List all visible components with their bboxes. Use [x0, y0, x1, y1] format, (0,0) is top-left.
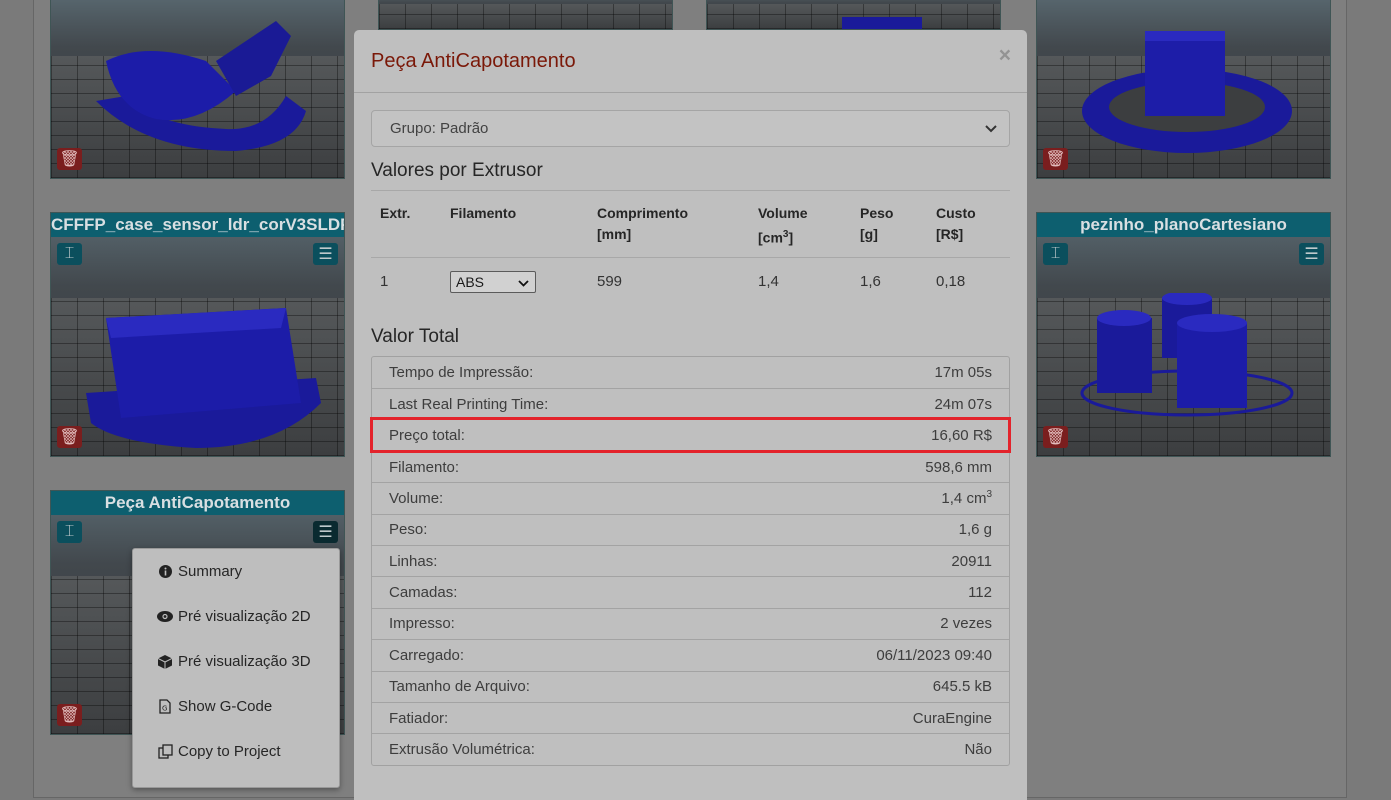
menu-item-preview-2d[interactable]: Pré visualização 2D — [133, 594, 339, 639]
group-select-value: Grupo: Padrão — [390, 120, 489, 137]
total-row-printed: Impresso: 2 vezes — [372, 607, 1009, 639]
hamburger-icon: ☰ — [318, 246, 333, 263]
total-row-volume: Volume: 1,4 cm3 — [372, 482, 1009, 513]
table-row: 1 ABS 599 1,4 1,6 0,18 — [371, 256, 1010, 306]
total-row-print-time: Tempo de Impressão: 17m 05s — [389, 363, 992, 381]
column-header: Comprimento [mm] — [597, 205, 688, 242]
delete-button[interactable]: 🗑 — [1043, 426, 1068, 448]
model-preview — [842, 17, 922, 29]
totals-list: Tempo de Impressão: 17m 05s Last Real Pri… — [370, 355, 1011, 766]
menu-item-preview-3d[interactable]: Pré visualização 3D — [133, 639, 339, 684]
model-card[interactable] — [378, 0, 673, 30]
trash-icon: 🗑 — [59, 429, 80, 446]
model-card[interactable]: 🗑 — [50, 0, 345, 179]
column-header: Volume [cm3] — [758, 205, 808, 246]
card-title: Peça AntiCapotamento — [51, 491, 344, 515]
build-plate-icon: ⌶ — [64, 523, 75, 540]
trash-icon: 🗑 — [59, 151, 80, 168]
copy-icon — [157, 744, 173, 759]
extruder-table: Extr. Filamento Comprimento [mm] Volume [c… — [371, 190, 1010, 306]
menu-item-copy-to-project[interactable]: Copy to Project — [133, 729, 339, 774]
menu-item-label: Summary — [178, 563, 243, 580]
delete-button[interactable]: 🗑 — [57, 426, 82, 448]
menu-item-label: Show G-Code — [178, 698, 273, 715]
menu-button[interactable]: ☰ — [1299, 243, 1324, 265]
filament-select[interactable]: ABS — [450, 270, 536, 293]
card-title: pezinho_planoCartesiano — [1037, 213, 1330, 237]
modal-header: Peça AntiCapotamento × — [354, 30, 1027, 93]
context-menu: Summary Pré visualização 2D Pré visualiz… — [132, 548, 340, 788]
extruder-heading: Valores por Extrusor — [371, 160, 543, 181]
summary-modal: Peça AntiCapotamento × Grupo: Padrão Val… — [354, 30, 1027, 800]
model-preview — [96, 21, 306, 151]
cube-icon — [157, 654, 173, 669]
menu-item-label: Pré visualização 3D — [178, 653, 311, 670]
hamburger-icon: ☰ — [1304, 246, 1319, 263]
column-header: Extr. — [380, 205, 411, 221]
total-row-volumetric-extrusion: Extrusão Volumétrica: Não — [372, 733, 1009, 764]
column-header: Custo [R$] — [936, 205, 976, 242]
file-code-icon: G — [157, 699, 173, 714]
volume-cell: 1,4 — [749, 256, 851, 306]
cost-cell: 0,18 — [927, 256, 1010, 306]
menu-item-summary[interactable]: Summary — [133, 549, 339, 594]
model-preview — [1080, 293, 1294, 417]
svg-text:G: G — [162, 705, 167, 713]
delete-button[interactable]: 🗑 — [1043, 148, 1068, 170]
build-plate-icon: ⌶ — [1050, 245, 1061, 262]
column-header: Peso [g] — [860, 205, 894, 242]
total-row-price: Preço total: 16,60 R$ — [370, 417, 1011, 453]
model-preview — [1082, 31, 1292, 153]
weight-cell: 1,6 — [851, 256, 927, 306]
chevron-down-icon — [985, 120, 997, 137]
total-row-uploaded: Carregado: 06/11/2023 09:40 — [372, 639, 1009, 670]
delete-button[interactable]: 🗑 — [57, 704, 82, 726]
trash-icon: 🗑 — [1045, 429, 1066, 446]
menu-item-show-gcode[interactable]: G Show G-Code — [133, 684, 339, 729]
menu-button[interactable]: ☰ — [313, 243, 338, 265]
modal-title: Peça AntiCapotamento — [371, 50, 576, 72]
model-card[interactable]: 🗑 — [1036, 0, 1331, 179]
modal-body: Grupo: Padrão Valores por Extrusor Extr.… — [354, 93, 1027, 766]
length-cell: 599 — [588, 256, 749, 306]
trash-icon: 🗑 — [1045, 151, 1066, 168]
menu-item-label: Pré visualização 2D — [178, 608, 311, 625]
tool-button[interactable]: ⌶ — [1043, 243, 1068, 265]
model-preview — [86, 308, 321, 448]
menu-button[interactable]: ☰ — [313, 521, 338, 543]
column-header: Filamento — [450, 205, 517, 221]
total-row-weight: Peso: 1,6 g — [372, 513, 1009, 545]
total-row-filament: Filamento: 598,6 mm — [372, 450, 1009, 482]
total-row-file-size: Tamanho de Arquivo: 645.5 kB — [372, 670, 1009, 702]
chevron-down-icon — [518, 274, 529, 290]
model-card[interactable]: CFFFP_case_sensor_ldr_corV3SLDP ⌶ ☰ 🗑 — [50, 212, 345, 457]
tool-button[interactable]: ⌶ — [57, 243, 82, 265]
model-card[interactable] — [706, 0, 1001, 30]
build-plate-icon: ⌶ — [64, 245, 75, 262]
info-icon — [157, 565, 173, 578]
model-card[interactable]: pezinho_planoCartesiano ⌶ ☰ 🗑 — [1036, 212, 1331, 457]
menu-item-label: Copy to Project — [178, 743, 281, 760]
hamburger-icon: ☰ — [318, 524, 333, 541]
tool-button[interactable]: ⌶ — [57, 521, 82, 543]
delete-button[interactable]: 🗑 — [57, 148, 82, 170]
card-title: CFFFP_case_sensor_ldr_corV3SLDP — [51, 213, 344, 237]
total-row-slicer: Fatiador: CuraEngine — [372, 701, 1009, 733]
trash-icon: 🗑 — [59, 707, 80, 724]
total-row-layers: Camadas: 112 — [372, 576, 1009, 607]
extr-cell: 1 — [371, 256, 441, 306]
group-select[interactable]: Grupo: Padrão — [371, 110, 1010, 147]
close-icon[interactable]: × — [999, 44, 1011, 68]
eye-icon — [157, 611, 173, 622]
total-row-real-print-time: Last Real Printing Time: 24m 07s — [372, 388, 1009, 419]
filament-cell: ABS — [441, 256, 588, 306]
total-row-lines: Linhas: 20911 — [372, 545, 1009, 576]
total-heading: Valor Total — [371, 325, 460, 347]
build-plate — [379, 4, 672, 29]
filament-select-value: ABS — [456, 273, 485, 290]
